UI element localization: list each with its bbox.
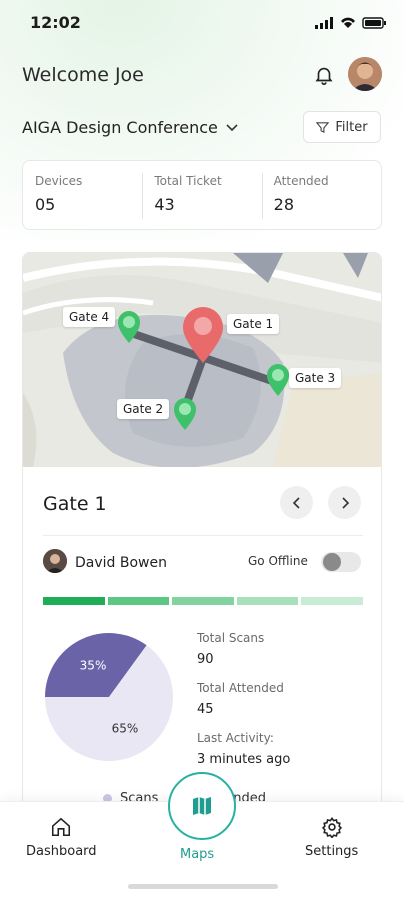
tab-maps[interactable] xyxy=(168,772,236,840)
user-avatar[interactable] xyxy=(348,57,382,91)
status-icons xyxy=(315,17,386,29)
status-time: 12:02 xyxy=(30,13,81,32)
map-icon xyxy=(193,797,211,815)
gate-title: Gate 1 xyxy=(43,493,107,515)
person-avatar xyxy=(43,549,67,573)
home-indicator xyxy=(128,884,278,889)
divider xyxy=(43,535,363,536)
filter-icon xyxy=(316,121,330,133)
next-gate-button[interactable] xyxy=(328,486,361,519)
chevron-left-icon xyxy=(292,496,300,509)
chevron-down-icon xyxy=(226,123,238,131)
tab-maps-label: Maps xyxy=(180,847,215,862)
filter-label: Filter xyxy=(335,119,368,135)
event-selector[interactable]: AIGA Design Conference xyxy=(22,118,238,137)
stat-label: Total Ticket xyxy=(154,174,222,188)
last-activity-label: Last Activity: xyxy=(197,731,274,745)
gate-1-label: Gate 1 xyxy=(227,314,280,334)
stat-devices: Devices 05 xyxy=(23,161,142,229)
total-scans-value: 90 xyxy=(197,652,214,667)
stat-label: Devices xyxy=(35,174,83,188)
gate-card: Gate 4 Gate 1 Gate 3 Gate 2 Gate 1 David… xyxy=(22,252,382,812)
gate-2-label: Gate 2 xyxy=(117,399,170,419)
progress-segment xyxy=(43,597,105,605)
stat-label: Attended xyxy=(273,174,329,188)
stat-attended: Attended 28 xyxy=(261,161,381,229)
status-bar: 12:02 xyxy=(0,0,404,44)
chevron-right-icon xyxy=(341,496,349,509)
notification-bell-icon[interactable] xyxy=(313,64,335,86)
tab-settings[interactable]: Settings xyxy=(305,816,358,859)
last-activity-value: 3 minutes ago xyxy=(197,752,291,767)
event-name: AIGA Design Conference xyxy=(22,118,218,137)
gear-icon xyxy=(321,816,342,838)
go-offline-toggle[interactable] xyxy=(321,552,361,572)
previous-gate-button[interactable] xyxy=(280,486,313,519)
total-attended-label: Total Attended xyxy=(197,681,284,695)
welcome-title: Welcome Joe xyxy=(22,64,144,86)
tab-dashboard[interactable]: Dashboard xyxy=(26,816,97,859)
progress-segment xyxy=(301,597,363,605)
pie-slice-label: 35% xyxy=(80,659,107,673)
stat-total-ticket: Total Ticket 43 xyxy=(142,161,261,229)
total-scans-label: Total Scans xyxy=(197,631,265,645)
gate-3-label: Gate 3 xyxy=(289,368,342,388)
progress-segment xyxy=(236,597,299,605)
stat-value: 43 xyxy=(154,195,175,214)
tab-settings-label: Settings xyxy=(305,844,359,859)
stat-value: 28 xyxy=(273,195,295,214)
stat-value: 05 xyxy=(35,195,56,214)
filter-button[interactable]: Filter xyxy=(303,111,381,143)
pie-slice-label: 65% xyxy=(112,721,139,735)
person-name: David Bowen xyxy=(75,555,167,571)
home-icon xyxy=(52,817,71,837)
total-attended-value: 45 xyxy=(197,702,214,717)
toggle-knob xyxy=(323,553,341,571)
stats-card: Devices 05 Total Ticket 43 Attended 28 xyxy=(22,160,382,230)
gate-progress-bar xyxy=(43,597,363,605)
progress-segment xyxy=(107,597,170,605)
tab-dashboard-label: Dashboard xyxy=(26,844,97,859)
progress-segment xyxy=(172,597,234,605)
scans-pie-chart: 35% 65% xyxy=(45,633,174,761)
venue-map[interactable] xyxy=(23,253,382,467)
go-offline-label: Go Offline xyxy=(248,554,308,568)
gate-4-label: Gate 4 xyxy=(63,307,116,327)
